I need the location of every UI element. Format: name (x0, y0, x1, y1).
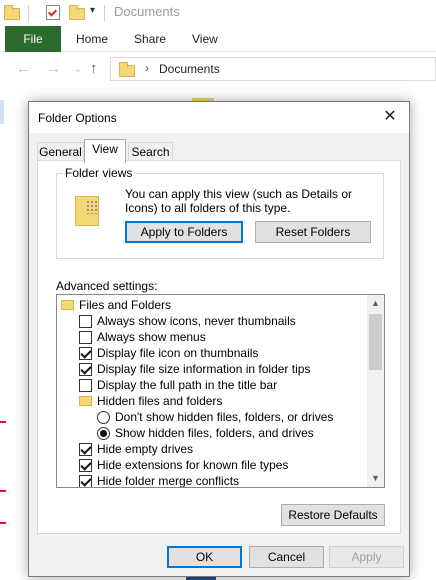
breadcrumb-documents[interactable]: Documents (159, 62, 220, 76)
ribbon-tab-file[interactable]: File (5, 26, 61, 52)
folder-views-description: You can apply this view (such as Details… (125, 187, 353, 215)
folder-views-legend: Folder views (63, 166, 135, 180)
list-item[interactable]: Don't show hidden files, folders, or dri… (57, 409, 367, 425)
list-item-label: Don't show hidden files, folders, or dri… (115, 410, 334, 424)
list-item[interactable]: Display the full path in the title bar (57, 377, 367, 393)
list-item[interactable]: Always show icons, never thumbnails (57, 313, 367, 329)
radio-button[interactable] (97, 411, 110, 424)
checkbox[interactable] (79, 363, 92, 376)
tab-view[interactable]: View (84, 139, 126, 163)
advanced-settings-list[interactable]: Files and Folders Always show icons, neve… (56, 294, 385, 488)
advanced-settings-label: Advanced settings: (56, 279, 158, 293)
window-title: Documents (114, 4, 180, 19)
scrollbar-thumb[interactable] (369, 314, 382, 370)
background-accent (0, 421, 6, 423)
list-item[interactable]: Display file icon on thumbnails (57, 345, 367, 361)
ribbon-tab-share[interactable]: Share (134, 32, 166, 46)
cancel-button[interactable]: Cancel (249, 546, 324, 568)
checkbox[interactable] (79, 475, 92, 487)
forward-arrow-icon[interactable]: → (46, 60, 61, 77)
folder-icon (79, 396, 92, 406)
ribbon-tabs: File Home Share View (0, 26, 436, 52)
scroll-down-icon[interactable]: ▼ (367, 470, 384, 487)
apply-button: Apply (329, 546, 404, 568)
list-item-label: Hide extensions for known file types (97, 458, 289, 472)
recent-locations-chevron-icon[interactable]: ⌄ (74, 64, 82, 75)
dialog-title: Folder Options (38, 111, 117, 125)
list-item-label: Display file icon on thumbnails (97, 346, 259, 360)
list-item[interactable]: Always show menus (57, 329, 367, 345)
list-item-label: Display the full path in the title bar (97, 378, 278, 392)
folder-view-icon (75, 196, 99, 226)
new-folder-icon[interactable] (69, 5, 85, 20)
checkbox[interactable] (79, 347, 92, 360)
list-item[interactable]: Display file size information in folder … (57, 361, 367, 377)
address-bar-row: ← → ⌄ ↑ › Documents (0, 52, 436, 86)
checkbox[interactable] (79, 379, 92, 392)
list-item: Hidden files and folders (57, 393, 367, 409)
close-icon[interactable]: ✕ (379, 106, 401, 128)
ribbon-tab-home[interactable]: Home (76, 32, 108, 46)
list-item[interactable]: Show hidden files, folders, and drives (57, 425, 367, 441)
list-item[interactable]: Hide folder merge conflicts (57, 473, 367, 488)
folder-views-group: Folder views You can apply this view (su… (56, 166, 384, 259)
up-arrow-icon[interactable]: ↑ (90, 60, 98, 77)
radio-button[interactable] (97, 427, 110, 440)
folder-icon (61, 300, 74, 310)
dialog-titlebar[interactable]: Folder Options ✕ (29, 102, 409, 133)
checkbox[interactable] (79, 315, 92, 328)
list-item-label: Hidden files and folders (97, 394, 223, 408)
breadcrumb-chevron-icon[interactable]: › (145, 61, 149, 75)
back-arrow-icon[interactable]: ← (16, 60, 31, 77)
reset-folders-button[interactable]: Reset Folders (255, 221, 371, 243)
quick-access-toolbar: ▾ Documents (0, 0, 436, 26)
toolbar-separator (104, 5, 105, 21)
list-item[interactable]: Hide empty drives (57, 441, 367, 457)
apply-to-folders-button[interactable]: Apply to Folders (125, 221, 243, 243)
list-item-label: Hide empty drives (97, 442, 194, 456)
nav-pane-selection (0, 100, 4, 124)
checkbox[interactable] (79, 443, 92, 456)
checkbox[interactable] (79, 459, 92, 472)
background-accent (0, 522, 6, 524)
toolbar-separator (28, 5, 29, 21)
folder-icon (119, 62, 135, 77)
checkbox[interactable] (79, 331, 92, 344)
ribbon-tab-view[interactable]: View (192, 32, 218, 46)
address-bar[interactable]: › Documents (110, 57, 436, 81)
list-item-label: Show hidden files, folders, and drives (115, 426, 314, 440)
ok-button[interactable]: OK (167, 546, 242, 568)
list-item[interactable]: Hide extensions for known file types (57, 457, 367, 473)
list-item-label: Always show menus (97, 330, 206, 344)
properties-icon[interactable] (46, 5, 60, 20)
list-item-label: Display file size information in folder … (97, 362, 311, 376)
folder-icon[interactable] (4, 5, 20, 20)
view-tab-panel: Folder views You can apply this view (su… (37, 160, 401, 534)
list-item-label: Always show icons, never thumbnails (97, 314, 296, 328)
list-item-label: Files and Folders (79, 298, 172, 312)
folder-options-dialog: Folder Options ✕ General View Search Fol… (28, 101, 410, 577)
scroll-up-icon[interactable]: ▲ (367, 295, 384, 312)
customize-toolbar-dropdown-icon[interactable]: ▾ (90, 5, 95, 16)
scrollbar[interactable]: ▲ ▼ (367, 295, 384, 487)
list-item: Files and Folders (57, 297, 367, 313)
background-accent (0, 490, 6, 492)
list-item-label: Hide folder merge conflicts (97, 474, 240, 488)
restore-defaults-button[interactable]: Restore Defaults (281, 504, 385, 526)
